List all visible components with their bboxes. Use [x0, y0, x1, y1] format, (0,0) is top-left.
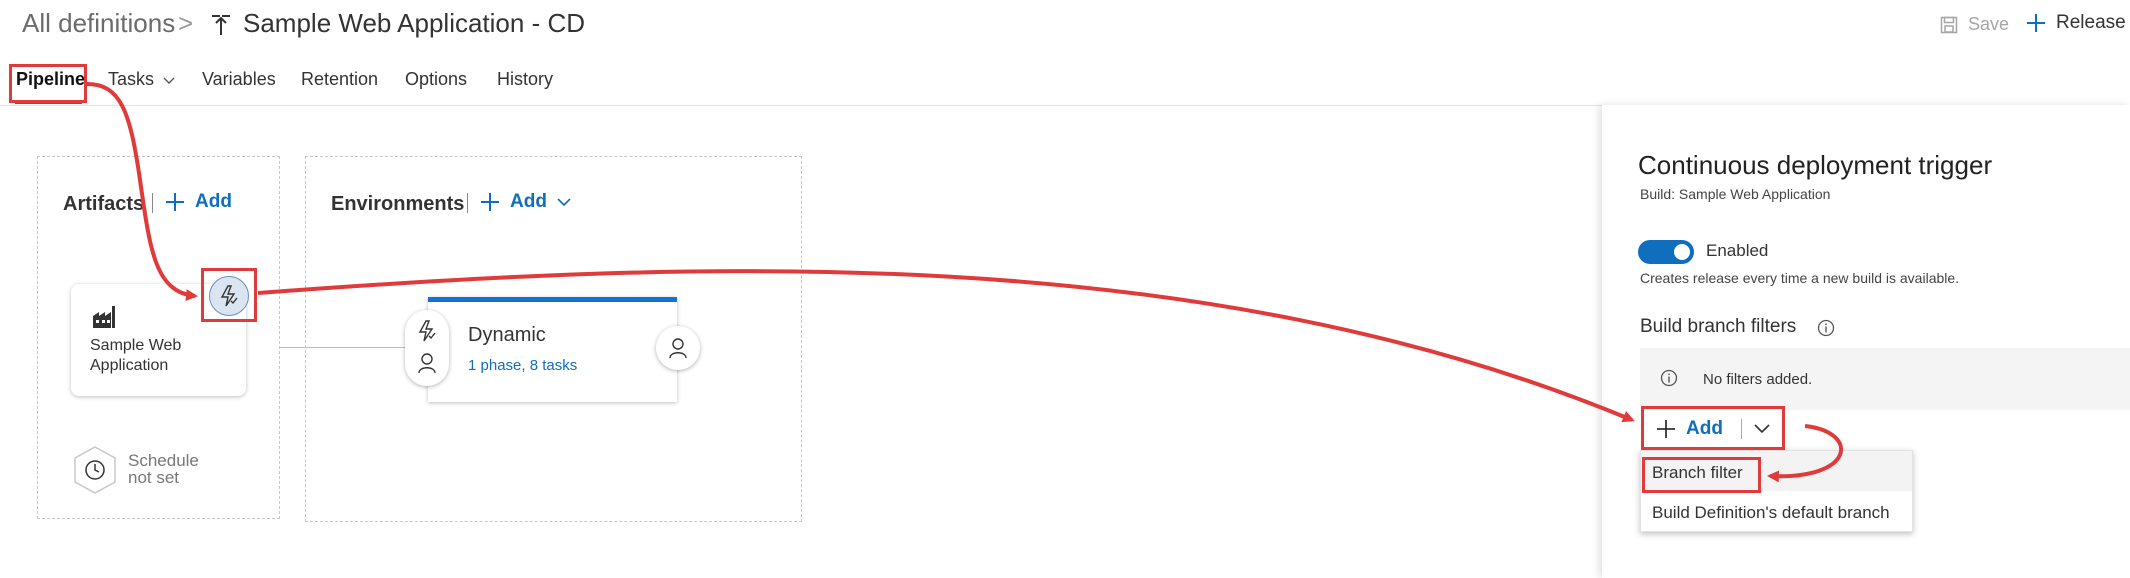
arrow-trigger-to-add [257, 269, 1635, 423]
arrow-pipeline-to-trigger [86, 82, 198, 302]
arrow-add-to-branch-filter [1767, 424, 1844, 483]
annotation-arrows [86, 82, 1844, 483]
